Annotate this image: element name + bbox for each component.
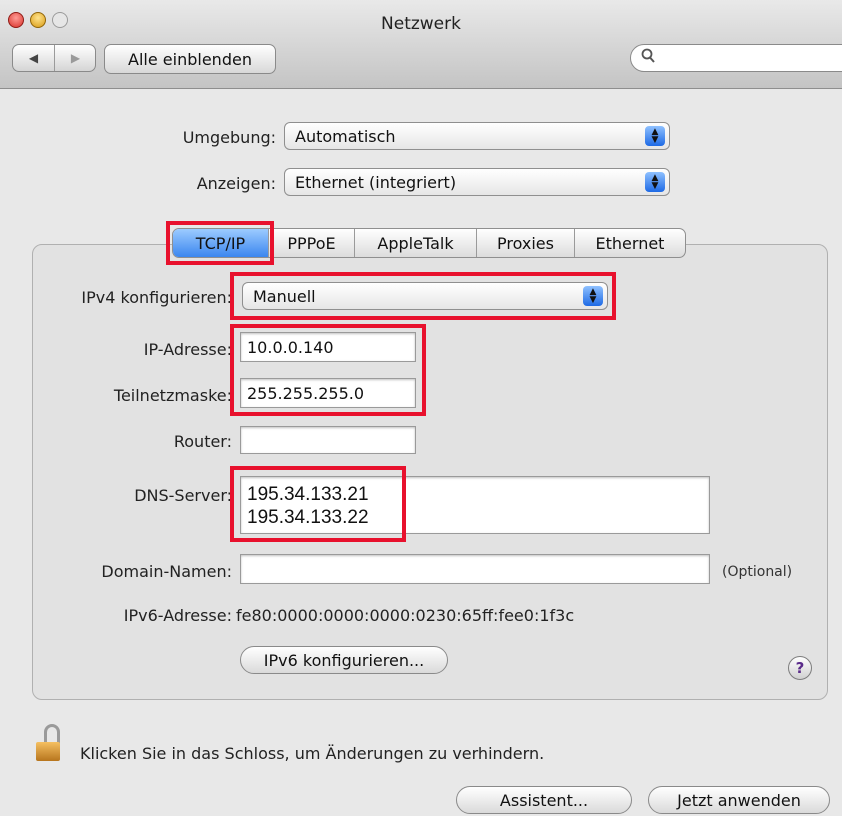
tab-ethernet[interactable]: Ethernet bbox=[575, 229, 685, 257]
domain-names-field[interactable] bbox=[240, 554, 710, 584]
location-value: Automatisch bbox=[295, 126, 396, 146]
show-popup[interactable]: Ethernet (integriert) ▲ ▼ bbox=[284, 168, 670, 196]
router-label: Router: bbox=[173, 432, 232, 451]
domain-names-label: Domain-Namen: bbox=[101, 562, 232, 581]
tab-pppoe[interactable]: PPPoE bbox=[269, 229, 355, 257]
dns-server-entry: 195.34.133.21 bbox=[247, 484, 369, 505]
search-icon bbox=[641, 48, 655, 63]
ip-address-field[interactable]: 10.0.0.140 bbox=[240, 332, 416, 362]
router-field[interactable] bbox=[240, 426, 416, 454]
lock-icon[interactable] bbox=[36, 742, 60, 761]
location-popup[interactable]: Automatisch ▲ ▼ bbox=[284, 122, 670, 150]
popup-arrows-icon: ▲ ▼ bbox=[645, 172, 665, 192]
ipv4-config-value: Manuell bbox=[253, 286, 316, 306]
assistant-button[interactable]: Assistent... bbox=[456, 786, 632, 814]
show-all-button[interactable]: Alle einblenden bbox=[104, 44, 276, 74]
ipv6-address-value: fe80:0000:0000:0000:0230:65ff:fee0:1f3c bbox=[236, 606, 575, 625]
ip-address-label: IP-Adresse: bbox=[143, 340, 232, 359]
ipv6-configure-button[interactable]: IPv6 konfigurieren... bbox=[240, 646, 448, 674]
dns-server-label: DNS-Server: bbox=[134, 486, 232, 505]
subnet-mask-field[interactable]: 255.255.255.0 bbox=[240, 378, 416, 408]
popup-arrows-icon: ▲ ▼ bbox=[583, 286, 603, 306]
ipv6-address-label: IPv6-Adresse: bbox=[123, 606, 232, 625]
optional-hint: (Optional) bbox=[722, 564, 793, 580]
tab-bar: TCP/IP PPPoE AppleTalk Proxies Ethernet bbox=[172, 228, 686, 258]
back-button[interactable]: ◀ bbox=[13, 45, 55, 71]
subnet-mask-label: Teilnetzmaske: bbox=[113, 386, 232, 405]
popup-arrows-icon: ▲ ▼ bbox=[645, 126, 665, 146]
dns-server-field[interactable]: 195.34.133.21 195.34.133.22 bbox=[240, 476, 710, 534]
ipv4-config-label: IPv4 konfigurieren: bbox=[81, 288, 232, 307]
ipv4-config-popup[interactable]: Manuell ▲ ▼ bbox=[242, 282, 608, 310]
location-label: Umgebung: bbox=[182, 128, 276, 147]
show-label: Anzeigen: bbox=[196, 174, 276, 193]
apply-now-button[interactable]: Jetzt anwenden bbox=[648, 786, 830, 814]
search-input[interactable] bbox=[630, 44, 842, 72]
tab-tcpip[interactable]: TCP/IP bbox=[173, 229, 269, 257]
subnet-mask-value: 255.255.255.0 bbox=[247, 383, 365, 403]
forward-button[interactable]: ▶ bbox=[55, 45, 96, 71]
window-title: Netzwerk bbox=[381, 14, 461, 34]
tab-appletalk[interactable]: AppleTalk bbox=[355, 229, 477, 257]
ip-address-value: 10.0.0.140 bbox=[247, 337, 334, 357]
show-value: Ethernet (integriert) bbox=[295, 172, 457, 192]
dns-server-entry: 195.34.133.22 bbox=[247, 507, 369, 528]
help-icon[interactable]: ? bbox=[788, 656, 812, 680]
lock-hint-text: Klicken Sie in das Schloss, um Änderunge… bbox=[80, 744, 545, 763]
tab-proxies[interactable]: Proxies bbox=[477, 229, 575, 257]
tab-panel bbox=[32, 244, 828, 700]
back-forward-control: ◀ ▶ bbox=[12, 44, 96, 72]
